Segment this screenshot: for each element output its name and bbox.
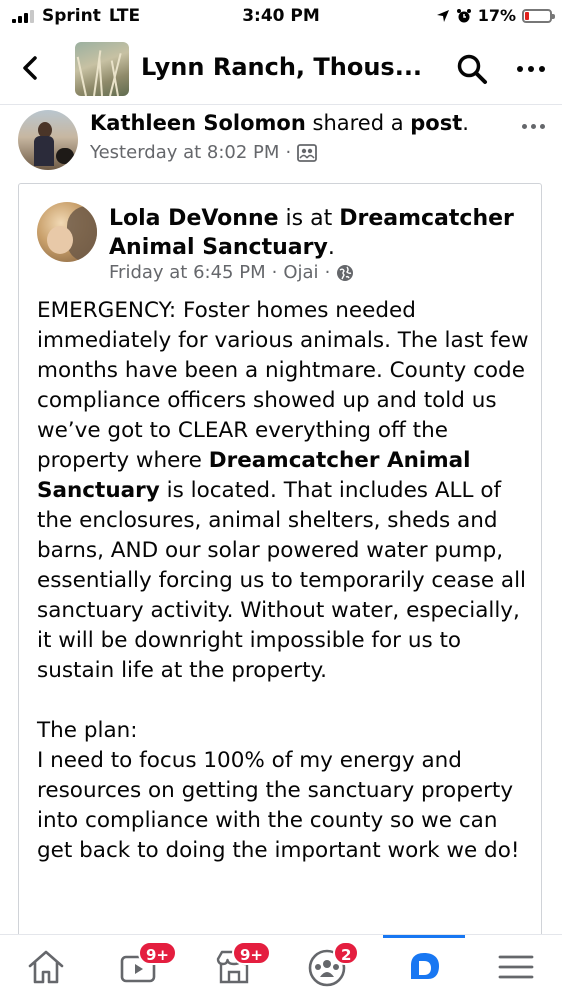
back-button[interactable] [14,51,48,85]
tab-marketplace[interactable]: 9+ [212,941,272,989]
sharer-name[interactable]: Kathleen Solomon [90,111,306,135]
dating-icon [411,953,439,979]
author-avatar[interactable] [37,202,97,262]
post-location[interactable]: Ojai [283,262,318,283]
chevron-left-icon [23,56,37,80]
more-dot-icon [530,123,536,129]
tab-menu[interactable] [494,945,538,989]
tab-watch[interactable]: 9+ [118,941,178,989]
search-icon [457,54,487,84]
bottom-tab-bar: 9+ 9+ 2 [0,934,562,1001]
more-options-button[interactable] [513,54,549,84]
share-meta: Yesterday at 8:02 PM · [90,142,318,163]
header-divider [0,104,562,105]
battery-percent: 17% [477,6,516,25]
share-verb: shared a [305,111,411,135]
group-cover-thumbnail[interactable] [75,42,129,96]
group-header: Lynn Ranch, Thous... [0,36,562,102]
more-dot-icon [539,123,545,129]
more-dot-icon [528,66,534,72]
body-text: EMERGENCY: Foster homes needed immediate… [37,298,529,473]
is-at-label: is at [278,206,340,231]
alarm-icon [456,8,471,22]
home-icon [28,950,64,984]
body-paragraph: The plan: [37,718,138,743]
meta-separator: · [285,142,292,163]
meta-separator: · [324,262,331,283]
meta-separator: · [271,262,278,283]
tab-home[interactable] [24,945,68,989]
share-end: . [462,111,469,135]
body-text: is located. That includes ALL of the enc… [37,478,527,683]
more-dot-icon [521,123,527,129]
post-headline: Lola DeVonne is at Dreamcatcher Animal S… [109,204,529,262]
post-body: EMERGENCY: Foster homes needed immediate… [37,296,537,866]
share-timestamp[interactable]: Yesterday at 8:02 PM [90,142,279,163]
group-audience-icon [297,143,318,162]
marketplace-badge: 9+ [232,941,272,965]
author-name[interactable]: Lola DeVonne [109,206,279,231]
place-end: . [327,235,335,260]
more-dot-icon [539,66,545,72]
body-paragraph: I need to focus 100% of my energy and re… [37,748,520,863]
shared-post-card[interactable]: Lola DeVonne is at Dreamcatcher Animal S… [18,183,542,943]
tab-dating[interactable] [402,945,446,989]
location-arrow-icon [436,9,449,22]
sharer-avatar[interactable] [18,110,78,170]
battery-icon [522,8,555,23]
groups-badge: 2 [333,941,360,965]
post-timestamp[interactable]: Friday at 6:45 PM [109,262,266,283]
status-bar: Sprint LTE 3:40 PM 17% [0,0,562,32]
search-button[interactable] [455,52,489,86]
body-paragraph: EMERGENCY: Foster homes needed immediate… [37,296,537,686]
active-tab-indicator [383,935,465,938]
more-dot-icon [517,66,523,72]
watch-badge: 9+ [138,941,178,965]
post-meta: Friday at 6:45 PM · Ojai · [109,262,354,283]
shared-post-link[interactable]: post [410,111,462,135]
share-headline: Kathleen Solomon shared a post. [90,111,469,135]
group-title[interactable]: Lynn Ranch, Thous... [141,53,422,81]
globe-icon [337,264,354,281]
status-right: 17% [436,6,555,25]
tab-groups[interactable]: 2 [305,941,360,989]
post-options-button[interactable] [518,118,548,134]
menu-icon [498,955,534,979]
